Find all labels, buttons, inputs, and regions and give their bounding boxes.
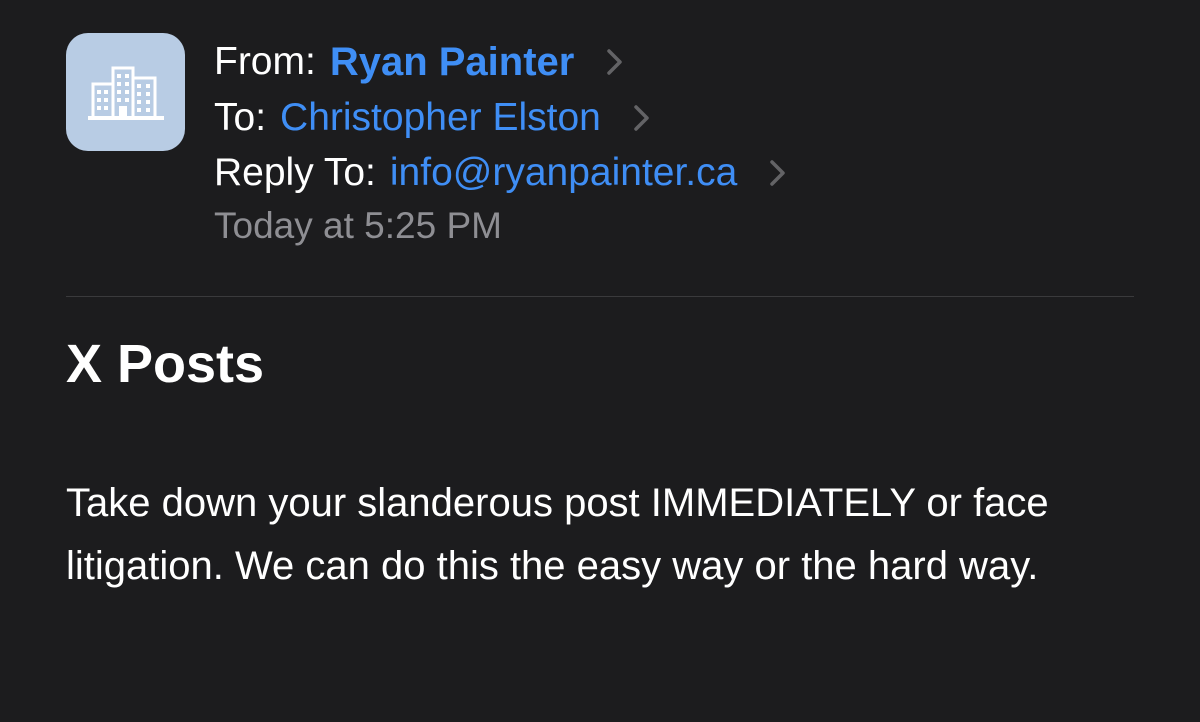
email-header: From: Ryan Painter To: Christopher Elsto…	[0, 0, 1200, 296]
sender-avatar[interactable]	[66, 33, 185, 151]
recipient-name-link[interactable]: Christopher Elston	[280, 93, 601, 143]
chevron-right-icon[interactable]	[602, 47, 626, 77]
timestamp: Today at 5:25 PM	[214, 205, 502, 246]
building-icon	[87, 62, 164, 122]
email-view: From: Ryan Painter To: Christopher Elsto…	[0, 0, 1200, 722]
from-label: From:	[214, 40, 316, 83]
sender-name-link[interactable]: Ryan Painter	[330, 37, 575, 87]
email-subject: X Posts	[66, 334, 265, 394]
reply-to-row: Reply To: info@ryanpainter.ca	[214, 148, 789, 198]
reply-to-address-link[interactable]: info@ryanpainter.ca	[390, 148, 737, 198]
from-row: From: Ryan Painter	[214, 37, 626, 87]
to-label: To:	[214, 96, 267, 139]
email-body: Take down your slanderous post IMMEDIATE…	[66, 481, 1049, 588]
chevron-right-icon[interactable]	[765, 158, 789, 188]
reply-to-label: Reply To:	[214, 151, 376, 194]
header-divider	[66, 296, 1134, 297]
to-row: To: Christopher Elston	[214, 93, 653, 143]
chevron-right-icon[interactable]	[629, 103, 653, 133]
